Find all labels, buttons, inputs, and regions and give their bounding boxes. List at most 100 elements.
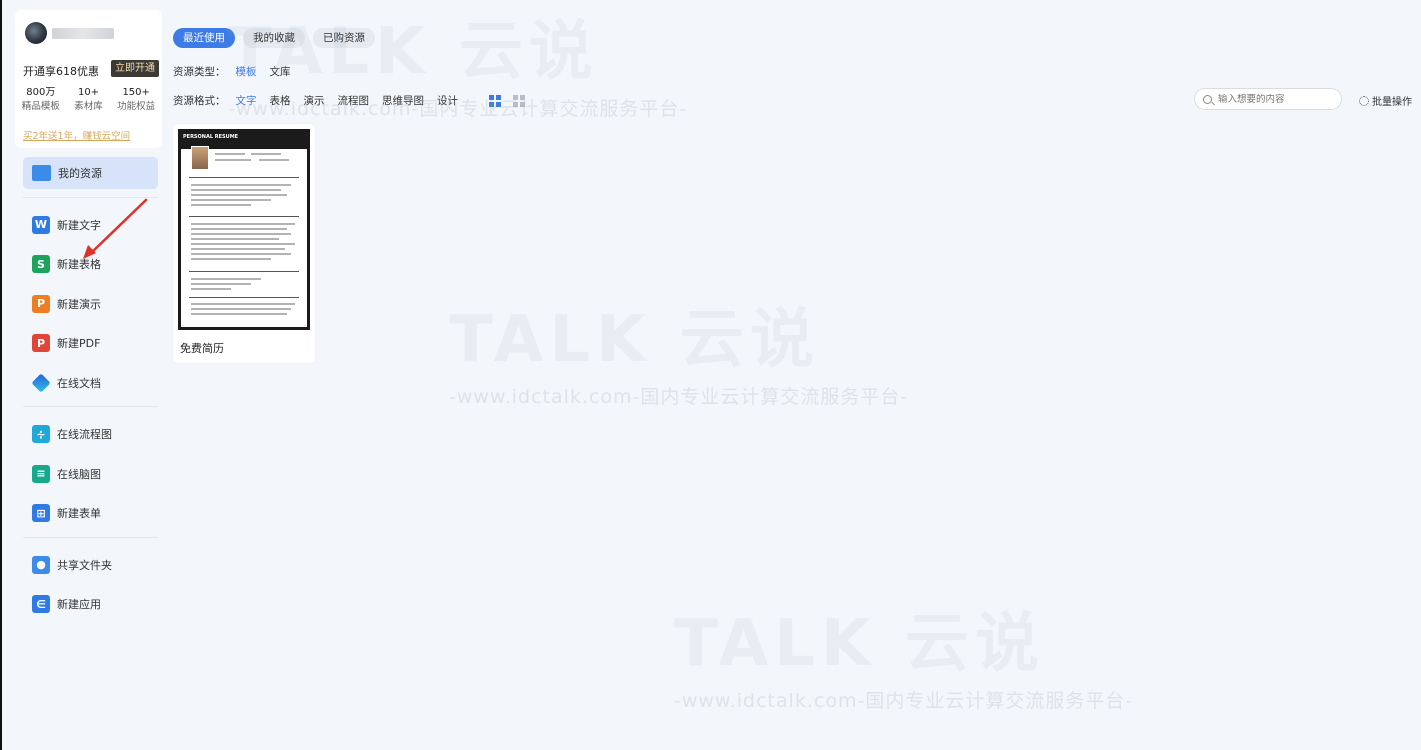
stat-number: 10+: [77, 87, 100, 98]
watermark-subtitle: -www.idctalk.com-国内专业云计算交流服务平台-: [449, 386, 909, 408]
sidebar-item-label: 新建演示: [57, 297, 101, 311]
resume-line: [191, 243, 295, 245]
sidebar-item-online-flowchart[interactable]: ∻ 在线流程图: [23, 418, 158, 450]
stat-number: 150+: [122, 87, 150, 98]
resume-line: [191, 313, 287, 315]
resume-section-rule: [189, 177, 299, 178]
vip-card: 开通享618优惠 立即开通 800万 精品模板 10+ 素材库 150+ 功能权…: [15, 10, 162, 148]
resume-line: [191, 204, 251, 206]
tab-recent[interactable]: 最近使用: [173, 28, 235, 48]
filter-label: 资源格式：: [173, 95, 226, 107]
filter-format-slides[interactable]: 演示: [304, 93, 325, 108]
tab-favorites[interactable]: 我的收藏: [243, 28, 305, 48]
vip-stats: 800万 精品模板 10+ 素材库 150+ 功能权益: [17, 86, 160, 114]
gear-icon: [1359, 95, 1369, 106]
filter-format-design[interactable]: 设计: [437, 93, 458, 108]
resume-line: [251, 153, 281, 155]
cloud-doc-icon: [31, 372, 51, 393]
stat-templates[interactable]: 800万 精品模板: [17, 86, 65, 114]
resume-line: [191, 228, 287, 230]
resume-line: [191, 194, 287, 196]
sidebar-item-label: 在线文档: [57, 376, 101, 390]
resume-title: PERSONAL RESUME: [183, 134, 239, 140]
sidebar-item-label: 新建应用: [57, 598, 101, 611]
resume-line: [191, 253, 291, 255]
filter-label: 资源类型：: [173, 66, 226, 78]
spreadsheet-icon: S: [32, 255, 50, 273]
resume-line: [191, 199, 271, 201]
resume-line: [191, 283, 251, 285]
sidebar-item-my-resources[interactable]: 我的资源: [23, 157, 158, 189]
promo-text: 开通享618优惠: [23, 65, 99, 78]
folder-icon: [32, 165, 51, 181]
sidebar-item-label: 新建PDF: [57, 337, 101, 350]
card-title: 免费简历: [180, 342, 224, 355]
grid-view-icon[interactable]: [489, 94, 501, 107]
filter-type-template[interactable]: 模板: [236, 64, 257, 79]
resume-line: [215, 153, 245, 155]
avatar[interactable]: [25, 22, 47, 44]
filter-format-sheet[interactable]: 表格: [270, 93, 291, 108]
sidebar-item-new-pdf[interactable]: P 新建PDF: [23, 327, 158, 359]
resume-preview: PERSONAL RESUME: [181, 132, 307, 327]
shared-folder-icon: ●: [32, 555, 50, 574]
search-input[interactable]: [1218, 93, 1328, 105]
sidebar-item-new-slides[interactable]: P 新建演示: [23, 288, 158, 320]
filter-format-mindmap[interactable]: 思维导图: [382, 93, 424, 108]
vip-offer-link[interactable]: 买2年送1年，赚钱云空间: [23, 128, 130, 142]
batch-label: 批量操作: [1372, 97, 1412, 108]
filter-resource-format: 资源格式： 文字 表格 演示 流程图 思维导图 设计: [173, 93, 525, 108]
open-vip-button[interactable]: 立即开通: [111, 60, 159, 77]
resource-tabs: 最近使用 我的收藏 已购资源: [173, 28, 375, 48]
sidebar-item-new-app[interactable]: ∈ 新建应用: [23, 588, 158, 620]
list-view-icon[interactable]: [513, 94, 525, 107]
watermark: TALK 云说 -www.idctalk.com-国内专业云计算交流服务平台-: [449, 288, 908, 409]
stat-label: 功能权益: [117, 101, 156, 112]
writer-icon: W: [32, 215, 50, 234]
stat-materials[interactable]: 10+ 素材库: [65, 86, 113, 114]
resume-line: [191, 238, 279, 240]
stat-benefits[interactable]: 150+ 功能权益: [112, 86, 160, 114]
pdf-icon: P: [32, 334, 50, 352]
resource-card[interactable]: PERSONAL RESUME 免费简历: [173, 124, 315, 363]
resume-line: [191, 303, 295, 305]
form-icon: ⊞: [32, 504, 50, 522]
resume-line: [191, 258, 271, 260]
presentation-icon: P: [32, 294, 50, 313]
filter-format-flowchart[interactable]: 流程图: [338, 93, 370, 108]
flowchart-icon: ∻: [32, 425, 50, 443]
resume-line: [191, 288, 231, 290]
resume-section-rule: [189, 297, 299, 298]
sidebar-item-new-form[interactable]: ⊞ 新建表单: [23, 497, 158, 529]
resume-line: [215, 159, 251, 161]
watermark-logo: TALK 云说: [674, 607, 1045, 681]
resume-thumbnail[interactable]: PERSONAL RESUME: [178, 129, 310, 330]
filter-resource-type: 资源类型： 模板 文库: [173, 64, 304, 79]
sidebar-item-online-mindmap[interactable]: ≡ 在线脑图: [23, 458, 158, 490]
sidebar-item-label: 在线脑图: [57, 467, 101, 481]
sidebar-item-label: 在线流程图: [57, 428, 112, 441]
stat-label: 素材库: [74, 101, 103, 112]
red-arrow-annotation: [83, 198, 148, 259]
username-blurred: [52, 28, 114, 39]
resume-line: [191, 184, 291, 186]
app-window: 开通享618优惠 立即开通 800万 精品模板 10+ 素材库 150+ 功能权…: [0, 0, 1421, 750]
resume-line: [191, 233, 291, 235]
sidebar-item-shared-folder[interactable]: ● 共享文件夹: [23, 549, 158, 581]
tab-purchased[interactable]: 已购资源: [313, 28, 375, 48]
stat-label: 精品模板: [21, 101, 60, 112]
resume-section-rule: [189, 216, 299, 217]
filter-type-library[interactable]: 文库: [270, 64, 291, 79]
batch-operation-button[interactable]: 批量操作: [1359, 93, 1412, 108]
divider: [23, 406, 158, 407]
filter-format-text[interactable]: 文字: [236, 93, 257, 108]
resume-section-rule: [189, 271, 299, 272]
search-icon: [1203, 94, 1212, 104]
resume-photo: [191, 146, 209, 170]
resume-line: [191, 308, 291, 310]
sidebar-item-online-doc[interactable]: 在线文档: [23, 367, 158, 399]
resume-line: [191, 248, 285, 250]
resume-line: [191, 223, 295, 225]
mindmap-icon: ≡: [32, 464, 50, 483]
app-icon: ∈: [32, 595, 50, 613]
